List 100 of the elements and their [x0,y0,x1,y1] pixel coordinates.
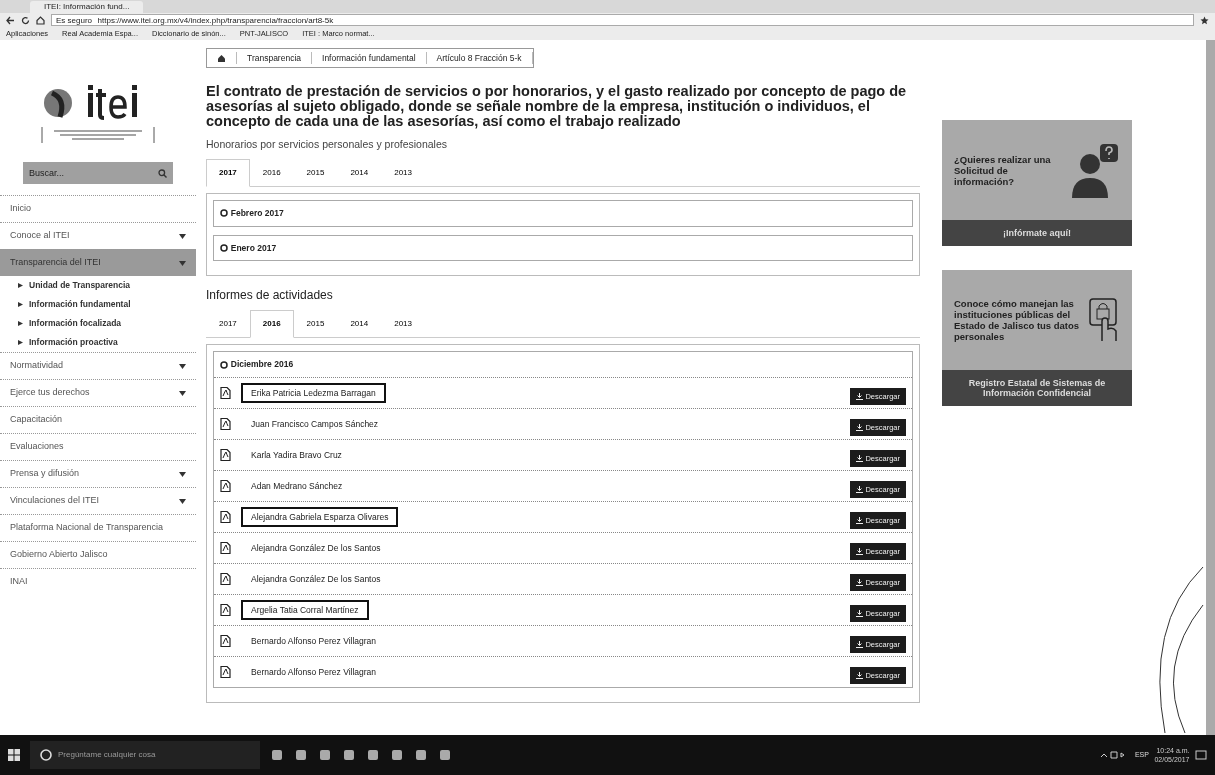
pdf-file-icon [220,511,231,523]
sidebar-item-background[interactable]: Plataforma Nacional de Transparencia [0,514,196,541]
year-tab[interactable]: 2017 [206,158,250,187]
promo-text: Conoce cómo manejan las instituciones públicas del Estado de Jalisco tus datos personales [954,298,1081,342]
pdf-file-icon [220,604,231,616]
chevron-down-icon[interactable] [179,498,186,504]
sidebar-item-label[interactable]: Inicio [10,202,31,216]
year-tab[interactable]: 2014 [337,158,382,187]
download-icon [855,671,863,679]
year-tab[interactable]: 2016 [249,310,294,339]
bullet-icon [18,340,23,345]
lock-hand-icon [1088,297,1120,343]
chevron-down-icon[interactable] [179,471,186,477]
promo-card[interactable]: Conoce cómo manejan las instituciones públicas del Estado de Jalisco tus datos personales Registro Estatal de Sistemas de Información Confidencial [942,270,1132,406]
sidebar-item-background[interactable]: Ejerce tus derechos [0,379,196,406]
sidebar-item-background[interactable]: Capacitación [0,406,196,433]
bullet-icon [18,321,23,326]
search-icon[interactable] [158,168,167,178]
promo-card[interactable]: ¿Quieres realizar una Solicitud de información? ¡Infórmate aquí! [942,120,1132,246]
accordion-title[interactable]: Enero 2017 [230,241,277,255]
breadcrumb-link[interactable]: Transparencia [237,51,313,65]
breadcrumb-link[interactable]: Artículo 8 Fracción 5-k [426,51,533,65]
sidebar-item-label[interactable]: INAI [10,575,28,589]
bullet-icon [18,302,23,307]
pdf-file-icon [220,573,231,585]
year-tab[interactable]: 2014 [337,310,382,339]
taskbar-search-field[interactable]: Pregúntame cualquier cosa [30,741,260,769]
sidebar-item-background[interactable]: INAI [0,568,196,595]
year-tab[interactable]: 2017 [206,310,250,339]
submenu-item-label[interactable]: Información focalizada [29,317,122,330]
submenu-item-label[interactable]: Información proactiva [29,336,118,349]
star-icon[interactable] [1200,15,1209,25]
submenu-item-label[interactable]: Información fundamental [29,298,131,311]
sidebar-item-label[interactable]: Gobierno Abierto Jalisco [10,548,108,562]
address-bar[interactable]: Es seguro https://www.itei.org.mx/v4/index.php/transparencia/fraccion/art8-5k [51,14,1194,26]
year-tab[interactable]: 2015 [293,310,338,339]
pdf-file-icon [220,449,231,461]
chevron-down-icon[interactable] [179,363,186,369]
circle-icon[interactable] [220,243,228,252]
promo-text: ¿Quieres realizar una Solicitud de información? [954,153,1052,187]
download-icon [855,547,863,555]
home-icon[interactable] [217,53,226,63]
sidebar-item-label[interactable]: Plataforma Nacional de Transparencia [10,521,164,535]
person-question-icon [1070,142,1120,198]
download-icon [855,454,863,462]
reload-icon[interactable] [21,15,30,25]
sidebar-item-background[interactable]: Evaluaciones [0,433,196,460]
download-icon [855,485,863,493]
year-tab[interactable]: 2013 [381,310,425,339]
file-name: Argelia Tatia Corral Martínez [241,599,369,621]
sidebar-item-label[interactable]: Prensa y difusión [10,467,80,481]
sidebar-item-label[interactable]: Capacitación [10,413,63,427]
notifications-icon[interactable] [1195,749,1207,761]
pdf-file-icon [220,418,231,430]
year-tab[interactable]: 2015 [293,158,338,187]
promo-link[interactable]: ¡Infórmate aquí! [942,220,1132,246]
sidebar-item-background[interactable]: Inicio [0,195,196,222]
sidebar-item-label[interactable]: Vinculaciones del ITEI [10,494,99,508]
circle-icon[interactable] [220,360,228,369]
chevron-down-icon[interactable] [179,390,186,396]
year-tab[interactable]: 2013 [381,158,425,187]
download-icon [855,516,863,524]
section-heading: Honorarios por servicios personales y profesionales [206,137,449,152]
download-icon [855,392,863,400]
sidebar-item-label[interactable]: Normatividad [10,359,64,373]
sidebar-item-background[interactable]: Transparencia del ITEI [0,249,196,276]
sidebar-item-label[interactable]: Transparencia del ITEI [10,256,101,270]
promo-link[interactable]: Registro Estatal de Sistemas de Información Confidencial [942,370,1132,406]
pdf-file-icon [220,387,231,399]
sidebar-item-label[interactable]: Ejerce tus derechos [10,386,90,400]
download-icon [855,578,863,586]
page-title: El contrato de prestación de servicios o por honorarios, y el gasto realizado por concepto de pago de asesorías al sujeto obligado, donde se señale nombre de la empresa, institución o individuos, el concepto de cada una de las asesorías, así como el trabajo realizado [206,84,908,129]
download-icon [855,640,863,648]
home-icon[interactable] [36,15,45,25]
section-heading: Informes de actividades [206,287,334,305]
file-name: Alejandra González De los Santos [250,541,382,555]
pdf-file-icon [220,666,231,678]
sidebar-item-background[interactable]: Vinculaciones del ITEI [0,487,196,514]
sidebar-item-background[interactable]: Normatividad [0,352,196,379]
year-tab[interactable]: 2016 [249,158,294,187]
file-name: Bernardo Alfonso Perez Villagran [250,665,378,679]
sidebar-item-label[interactable]: Conoce al ITEI [10,229,70,243]
chevron-down-icon[interactable] [179,233,186,239]
file-name: Erika Patricia Ledezma Barragan [241,382,386,404]
accordion-title[interactable]: Febrero 2017 [230,206,284,220]
circle-icon[interactable] [220,209,228,218]
scrollbar[interactable] [1206,40,1215,735]
browser-tab[interactable]: ITEI: Información fund... [30,1,144,13]
accordion-title[interactable]: Diciembre 2016 [230,358,294,371]
circle-icon [40,749,52,761]
file-name: Juan Francisco Campos Sánchez [250,417,380,431]
sidebar-item-background[interactable]: Gobierno Abierto Jalisco [0,541,196,568]
back-icon[interactable] [6,15,15,25]
file-name: Karla Yadira Bravo Cruz [250,448,343,462]
windows-start-icon[interactable] [8,749,20,761]
submenu-item-label[interactable]: Unidad de Transparencia [29,279,131,292]
sidebar-item-label[interactable]: Evaluaciones [10,440,64,454]
breadcrumb-link[interactable]: Información fundamental [312,51,427,65]
secure-label: Es seguro [56,16,93,25]
sidebar-item-background[interactable]: Prensa y difusión [0,460,196,487]
